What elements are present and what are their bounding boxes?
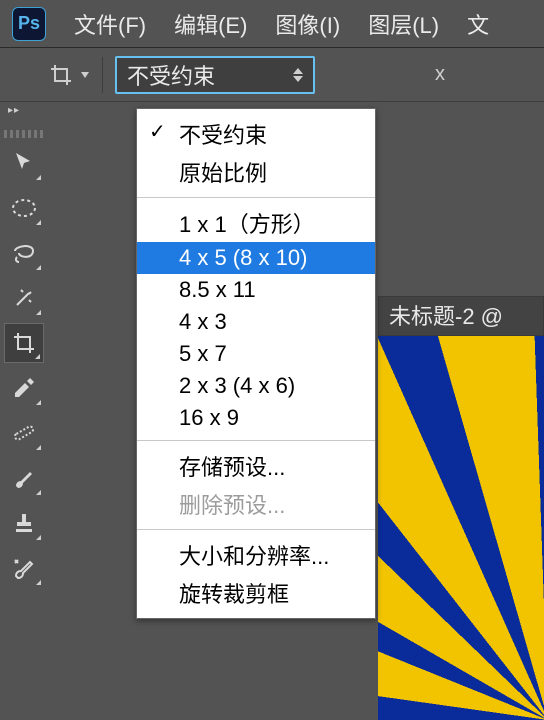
brush-icon [12,466,36,490]
menu-image[interactable]: 图像(I) [261,8,354,40]
menu-item-label: 2 x 3 (4 x 6) [179,373,295,398]
lasso-icon [11,241,37,265]
menu-item-label: 不受约束 [179,123,267,148]
toolbar-grip [4,130,44,138]
bandage-icon [11,420,37,446]
menu-item-label: 5 x 7 [179,341,227,366]
app-logo: Ps [12,7,46,41]
healing-brush-tool[interactable] [4,413,44,453]
app-logo-text: Ps [18,13,40,34]
crop-tool[interactable] [4,323,44,363]
menu-separator [137,529,375,530]
menu-item-ratio-4x3[interactable]: 4 x 3 [137,306,375,338]
menu-item-ratio-5x7[interactable]: 5 x 7 [137,338,375,370]
quick-select-tool[interactable] [4,278,44,318]
tool-strip [0,116,48,593]
menu-item-label: 旋转裁剪框 [179,582,289,607]
marquee-tool[interactable] [4,188,44,228]
canvas[interactable] [378,336,544,720]
menu-item-rotate-crop[interactable]: 旋转裁剪框 [137,574,375,612]
crop-tool-option-icon[interactable] [48,58,90,92]
menu-item-unconstrained[interactable]: ✓ 不受约束 [137,115,375,153]
brush-tool[interactable] [4,458,44,498]
history-brush-icon [12,556,36,580]
lasso-tool[interactable] [4,233,44,273]
double-chevron-right-icon: ▸▸ [8,105,20,116]
eyedropper-icon [12,376,36,400]
check-icon: ✓ [149,119,166,144]
clear-button[interactable]: x [435,63,445,86]
move-tool[interactable] [4,143,44,183]
menu-item-label: 1 x 1（方形） [179,212,315,237]
menu-edit[interactable]: 编辑(E) [160,8,261,40]
crop-ratio-menu: ✓ 不受约束 原始比例 1 x 1（方形） 4 x 5 (8 x 10) 8.5… [136,108,376,619]
menu-separator [137,197,375,198]
crop-icon [49,63,73,87]
menu-item-label: 原始比例 [179,161,267,186]
menu-item-size-resolution[interactable]: 大小和分辨率... [137,536,375,574]
canvas-artwork [378,336,544,720]
menu-item-label: 大小和分辨率... [179,544,329,569]
menu-item-save-preset[interactable]: 存储预设... [137,447,375,485]
document-tab[interactable]: 未标题-2 @ 66 [378,296,544,336]
crop-ratio-combobox[interactable]: 不受约束 [115,56,315,94]
menu-truncated[interactable]: 文 [453,8,503,40]
stamp-icon [12,511,36,535]
menu-item-ratio-4x5[interactable]: 4 x 5 (8 x 10) [137,242,375,274]
clone-stamp-tool[interactable] [4,503,44,543]
menu-item-delete-preset: 删除预设... [137,485,375,523]
move-icon [12,151,36,175]
combo-value: 不受约束 [127,59,215,91]
menu-layer[interactable]: 图层(L) [354,8,453,40]
menu-item-ratio-1x1[interactable]: 1 x 1（方形） [137,204,375,242]
history-brush-tool[interactable] [4,548,44,588]
menu-item-ratio-2x3[interactable]: 2 x 3 (4 x 6) [137,370,375,402]
menu-item-label: 删除预设... [179,493,285,518]
divider [102,57,103,93]
menu-item-original-ratio[interactable]: 原始比例 [137,153,375,191]
menu-item-label: 16 x 9 [179,405,239,430]
crop-icon [12,331,36,355]
options-bar: 不受约束 x [0,48,544,102]
menu-item-ratio-85x11[interactable]: 8.5 x 11 [137,274,375,306]
menu-separator [137,440,375,441]
menu-file[interactable]: 文件(F) [60,8,160,40]
marquee-icon [11,197,37,219]
menu-item-label: 4 x 3 [179,309,227,334]
chevron-down-icon [81,72,89,78]
menu-item-label: 存储预设... [179,455,285,480]
menu-item-ratio-16x9[interactable]: 16 x 9 [137,402,375,434]
eyedropper-tool[interactable] [4,368,44,408]
wand-icon [11,285,37,311]
menubar: Ps 文件(F) 编辑(E) 图像(I) 图层(L) 文 [0,0,544,48]
menu-item-label: 8.5 x 11 [179,277,256,302]
menu-item-label: 4 x 5 (8 x 10) [179,245,307,270]
combo-stepper-icon [293,68,303,82]
